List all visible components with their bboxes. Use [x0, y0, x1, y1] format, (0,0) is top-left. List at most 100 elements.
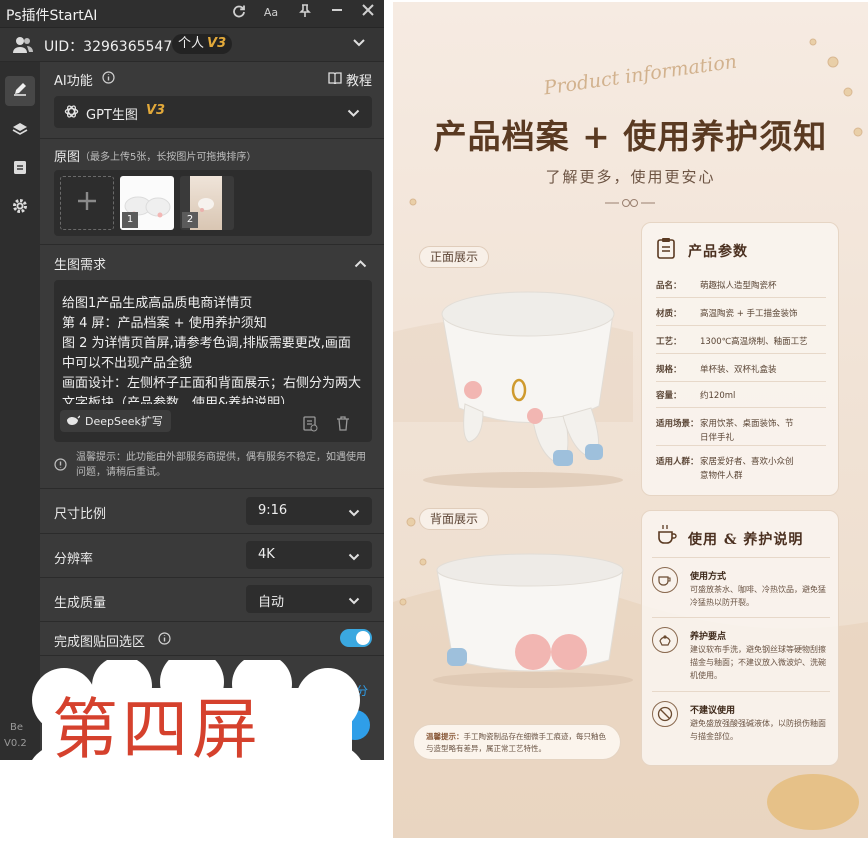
request-textarea[interactable]: 给图1产品生成高品质电商详情页 第 4 屏：产品档案 + 使用养护须知 图 2 … [54, 280, 372, 442]
resolution-label: 分辨率 [54, 552, 94, 567]
openai-icon [64, 104, 79, 123]
minimize-icon[interactable] [328, 4, 346, 22]
app-title: Ps插件StartAI [6, 8, 98, 24]
plus-icon [76, 190, 98, 216]
source-hint: （最多上传5张，长按图片可拖拽排序） [80, 152, 257, 163]
quality-select[interactable]: 自动 [246, 585, 372, 613]
param-value: 家居爱好者、喜欢小众创意物件人群 [700, 457, 794, 481]
tasks-button[interactable] [5, 154, 35, 184]
plan-tag: V3 [207, 36, 227, 51]
poster-title: 产品档案 + 使用养护须知 [433, 117, 828, 156]
params-card: 产品参数 品名： 萌趣拟人造型陶瓷杯 材质： 高温陶瓷 + 手工描金装饰 工艺： 13… [641, 222, 839, 496]
pencil-icon [13, 82, 27, 100]
ai-function-label: AI功能 [54, 74, 93, 89]
resolution-value: 4K [258, 547, 275, 562]
settings-button[interactable] [5, 193, 35, 223]
ratio-select[interactable]: 9:16 [246, 497, 372, 525]
main-content: AI功能 教程 GPT生图 V3 原图 （最多上传5张，长按图片可拖拽排序） 1 [40, 62, 384, 760]
step-title: 第四屏 [52, 691, 262, 768]
chevron-down-icon [347, 107, 360, 122]
thumb-index: 1 [122, 212, 138, 228]
deepseek-expand-button[interactable]: DeepSeek扩写 [60, 410, 171, 432]
front-view-label: 正面展示 [419, 246, 490, 268]
plugin-panel: Ps插件StartAI Aa UID：3296365547 个人 V3 AI功能… [0, 0, 384, 760]
close-icon[interactable] [359, 4, 377, 22]
request-label: 生图需求 [54, 258, 107, 273]
source-label: 原图 [54, 150, 81, 165]
quality-value: 自动 [258, 595, 285, 610]
param-value: 高温陶瓷 + 手工描金装饰 [700, 309, 798, 319]
cup-usage-icon [652, 567, 678, 593]
model-select[interactable]: GPT生图 V3 [54, 96, 372, 128]
param-value: 单杯装、双杯礼盒装 [700, 365, 777, 375]
tip-label: 温馨提示： [426, 732, 464, 741]
request-text[interactable]: 给图1产品生成高品质电商详情页 第 4 屏：产品档案 + 使用养护须知 图 2 … [62, 294, 362, 404]
care-item-title: 养护要点 [690, 632, 727, 642]
warning-icon [54, 458, 67, 475]
info-icon[interactable] [102, 71, 115, 88]
cup-back-photo [433, 553, 633, 688]
chevron-down-icon [348, 506, 360, 521]
ratio-label: 尺寸比例 [54, 507, 107, 522]
paste-back-toggle[interactable] [340, 629, 372, 647]
title-bar: Ps插件StartAI Aa [0, 0, 384, 28]
chevron-down-icon [348, 594, 360, 609]
source-thumb[interactable]: 1 [120, 176, 174, 230]
trash-icon[interactable] [336, 416, 350, 436]
cup-front-photo [423, 291, 623, 488]
product-detail-poster: Product information 产品档案 + 使用养护须知 了解更多，使… [393, 2, 868, 838]
pin-icon[interactable] [296, 4, 314, 22]
clipboard-icon [13, 159, 27, 179]
book-icon [328, 71, 342, 88]
source-image-area: 1 2 [54, 170, 372, 236]
side-rail [0, 62, 40, 760]
chevron-down-icon[interactable] [352, 37, 366, 52]
param-key: 规格： [656, 365, 682, 375]
divider-ornament [605, 199, 655, 207]
param-key: 容量： [656, 391, 682, 401]
chevron-up-icon[interactable] [354, 257, 367, 272]
coffee-cup-icon [656, 523, 678, 549]
resolution-select[interactable]: 4K [246, 541, 372, 569]
thumb-index: 2 [182, 212, 198, 228]
back-view-label: 背面展示 [419, 508, 490, 530]
refresh-icon[interactable] [230, 4, 248, 22]
info-icon[interactable] [158, 632, 171, 649]
deepseek-label: DeepSeek扩写 [85, 415, 163, 428]
whale-icon [66, 415, 81, 428]
param-key: 适用人群： [656, 457, 699, 467]
param-value: 约120ml [700, 391, 736, 401]
tutorial-link[interactable]: 教程 [346, 70, 372, 89]
layers-icon [12, 122, 28, 140]
care-item-desc: 可盛放茶水、咖啡、冷热饮品，避免猛冷猛热以防开裂。 [690, 585, 826, 607]
care-card: 使用 & 养护说明 使用方式 可盛放茶水、咖啡、冷热饮品，避免猛冷猛热以防开裂。… [641, 510, 839, 766]
source-thumb[interactable]: 2 [180, 176, 234, 230]
param-key: 材质： [656, 309, 682, 319]
edit-tool-button[interactable] [5, 76, 35, 106]
param-key: 工艺： [656, 337, 682, 347]
param-value: 家用饮茶、桌面装饰、节日伴手礼 [700, 419, 794, 443]
care-item-title: 不建议使用 [690, 706, 736, 716]
history-icon[interactable] [302, 416, 318, 436]
prohibited-icon [652, 701, 678, 727]
param-key: 适用场景： [656, 419, 699, 429]
quality-label: 生成质量 [54, 596, 107, 611]
uid-label: UID：3296365547 [44, 39, 173, 55]
model-name: GPT生图 [86, 108, 138, 123]
add-image-button[interactable] [60, 176, 114, 230]
care-item-title: 使用方式 [690, 572, 727, 582]
ratio-value: 9:16 [258, 503, 288, 518]
poster-subtitle: 了解更多，使用更安心 [545, 168, 716, 186]
font-size-button[interactable]: Aa [262, 4, 280, 22]
param-key: 品名： [656, 281, 682, 291]
chevron-down-icon [348, 550, 360, 565]
hand-wash-icon [652, 627, 678, 653]
service-notice: 温馨提示：此功能由外部服务商提供，偶有服务不稳定，如遇使用问题，请稍后重试。 [76, 452, 366, 478]
params-title: 产品参数 [688, 244, 748, 260]
layers-button[interactable] [5, 116, 35, 146]
param-value: 萌趣拟人造型陶瓷杯 [700, 281, 777, 291]
clipboard-icon [656, 237, 676, 263]
gear-icon [12, 198, 28, 218]
plan-name: 个人 [178, 36, 205, 51]
user-bar[interactable]: UID：3296365547 个人 V3 [0, 28, 384, 62]
